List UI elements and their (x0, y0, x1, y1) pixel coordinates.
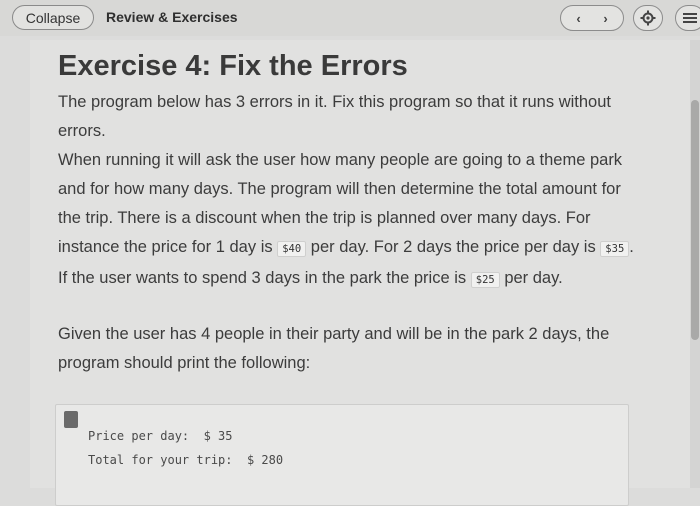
chevron-left-icon[interactable]: ‹ (568, 8, 590, 28)
output-line-1: Price per day: $ 35 (88, 429, 233, 443)
top-toolbar: Collapse Review & Exercises ‹ › (0, 0, 700, 36)
notepad-icon (64, 411, 78, 428)
price-3-day-code: $25 (470, 272, 500, 288)
exercise-intro: The program below has 3 errors in it. Fi… (58, 93, 611, 140)
price-2-day-code: $35 (600, 241, 630, 257)
list-icon[interactable] (675, 5, 700, 31)
section-title: Review & Exercises (106, 9, 238, 25)
scrollbar[interactable] (690, 40, 700, 488)
navigation-group: ‹ › (560, 5, 624, 31)
description-text-d: per day. (504, 269, 563, 287)
exercise-title: Exercise 4: Fix the Errors (58, 50, 408, 82)
chevron-right-icon[interactable]: › (595, 8, 617, 28)
gear-icon[interactable] (633, 5, 663, 31)
output-line-2: Total for your trip: $ 280 (88, 453, 284, 467)
scrollbar-thumb[interactable] (691, 100, 699, 340)
collapse-button[interactable]: Collapse (12, 5, 94, 30)
price-1-day-code: $40 (277, 241, 307, 257)
description-text-b: per day. For 2 days the price per day is (310, 238, 596, 256)
exercise-description: When running it will ask the user how ma… (58, 146, 638, 295)
expected-output-box: Price per day: $ 35 Total for your trip:… (55, 404, 629, 506)
exercise-expected-intro: Given the user has 4 people in their par… (58, 325, 610, 372)
